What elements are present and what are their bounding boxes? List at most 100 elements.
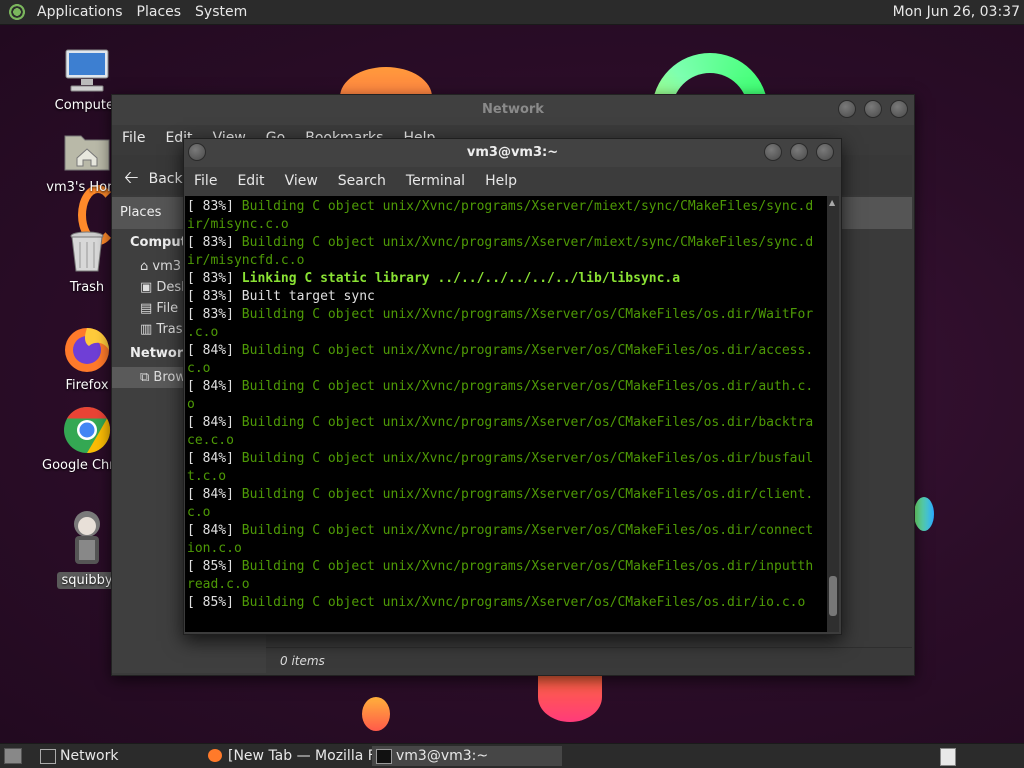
trash-icon: ▥ bbox=[140, 322, 157, 337]
mate-logo-icon[interactable] bbox=[8, 3, 26, 21]
task-label: [New Tab — Mozilla Firefox] bbox=[228, 748, 390, 764]
terminal-line: ce.c.o bbox=[187, 432, 827, 450]
firefox-icon bbox=[63, 326, 111, 374]
line-text: Building C object unix/Xvnc/programs/Xse… bbox=[241, 415, 814, 430]
menu-search[interactable]: Search bbox=[328, 173, 396, 189]
scroll-up-icon[interactable]: ▲ bbox=[829, 198, 835, 207]
home-icon: ⌂ bbox=[140, 259, 153, 274]
task-label: vm3@vm3:~ bbox=[396, 748, 489, 764]
terminal-lines: [ 83%] Building C object unix/Xvnc/progr… bbox=[185, 196, 827, 612]
trash-icon bbox=[63, 228, 111, 276]
terminal-line: [ 84%] Building C object unix/Xvnc/progr… bbox=[187, 522, 827, 540]
status-text: 0 items bbox=[280, 654, 325, 668]
line-text: Building C object unix/Xvnc/programs/Xse… bbox=[241, 487, 814, 502]
workspace-switcher[interactable] bbox=[940, 748, 956, 766]
terminal-line: .c.o bbox=[187, 324, 827, 342]
orange-blob-bottom bbox=[538, 672, 602, 722]
clock[interactable]: Mon Jun 26, 03:37 bbox=[893, 4, 1020, 20]
terminal-line: [ 83%] Building C object unix/Xvnc/progr… bbox=[187, 198, 827, 216]
maximize-button[interactable] bbox=[790, 143, 808, 161]
progress-prefix: [ 85%] bbox=[187, 595, 242, 610]
line-text: ir/misyncfd.c.o bbox=[187, 253, 305, 268]
line-text: Building C object unix/Xvnc/programs/Xse… bbox=[241, 307, 814, 322]
scrollbar-thumb[interactable] bbox=[829, 576, 837, 616]
terminal-line: ir/misyncfd.c.o bbox=[187, 252, 827, 270]
network-icon: ⧉ bbox=[140, 370, 154, 385]
progress-prefix: [ 83%] bbox=[187, 271, 242, 286]
minimize-button[interactable] bbox=[838, 100, 856, 118]
window-title[interactable]: Network bbox=[112, 95, 914, 125]
line-text: Building C object unix/Xvnc/programs/Xse… bbox=[241, 595, 806, 610]
terminal-line: c.o bbox=[187, 360, 827, 378]
task-terminal[interactable]: vm3@vm3:~ bbox=[372, 746, 562, 766]
line-text: c.o bbox=[187, 505, 211, 520]
menu-view[interactable]: View bbox=[275, 173, 328, 189]
progress-prefix: [ 83%] bbox=[187, 199, 242, 214]
line-text: Building C object unix/Xvnc/programs/Xse… bbox=[241, 199, 814, 214]
menu-places[interactable]: Places bbox=[130, 4, 189, 20]
menu-system[interactable]: System bbox=[188, 4, 254, 20]
line-text: ion.c.o bbox=[187, 541, 242, 556]
progress-prefix: [ 84%] bbox=[187, 379, 242, 394]
terminal-line: c.o bbox=[187, 504, 827, 522]
task-firefox[interactable]: [New Tab — Mozilla Firefox] bbox=[204, 746, 390, 766]
progress-prefix: [ 85%] bbox=[187, 559, 242, 574]
terminal-line: t.c.o bbox=[187, 468, 827, 486]
computer-icon bbox=[63, 46, 111, 94]
line-text: Built target sync bbox=[241, 289, 375, 304]
terminal-line: [ 83%] Building C object unix/Xvnc/progr… bbox=[187, 306, 827, 324]
terminal-line: [ 84%] Building C object unix/Xvnc/progr… bbox=[187, 450, 827, 468]
orange-dot-bottom bbox=[362, 697, 390, 731]
firefox-icon bbox=[208, 749, 222, 762]
line-text: c.o bbox=[187, 361, 211, 376]
line-text: ir/misync.c.o bbox=[187, 217, 289, 232]
progress-prefix: [ 83%] bbox=[187, 289, 242, 304]
sidebar-heading[interactable]: Places bbox=[120, 205, 161, 220]
menu-help[interactable]: Help bbox=[475, 173, 527, 189]
scrollbar[interactable]: ▲ bbox=[827, 196, 839, 632]
line-text: Building C object unix/Xvnc/programs/Xse… bbox=[241, 451, 814, 466]
terminal-line: ion.c.o bbox=[187, 540, 827, 558]
anime-avatar-icon bbox=[63, 508, 111, 568]
statusbar: 0 items bbox=[266, 647, 912, 674]
menubar: File Edit View Search Terminal Help bbox=[184, 167, 841, 195]
terminal-line: [ 83%] Linking C static library ../../..… bbox=[187, 270, 827, 288]
line-text: read.c.o bbox=[187, 577, 250, 592]
close-button[interactable] bbox=[816, 143, 834, 161]
line-text: t.c.o bbox=[187, 469, 227, 484]
back-button[interactable]: 🡠 Back bbox=[124, 165, 183, 195]
progress-prefix: [ 84%] bbox=[187, 523, 242, 538]
menu-terminal[interactable]: Terminal bbox=[396, 173, 475, 189]
progress-prefix: [ 84%] bbox=[187, 415, 242, 430]
bottom-panel: Network [New Tab — Mozilla Firefox] vm3@… bbox=[0, 743, 1024, 768]
line-text: Linking C static library ../../../../../… bbox=[241, 271, 681, 286]
terminal-line: [ 85%] Building C object unix/Xvnc/progr… bbox=[187, 558, 827, 576]
line-text: .c.o bbox=[187, 325, 219, 340]
maximize-button[interactable] bbox=[864, 100, 882, 118]
cyan-blob bbox=[914, 497, 934, 531]
terminal-line: [ 85%] Building C object unix/Xvnc/progr… bbox=[187, 594, 827, 612]
terminal-line: [ 84%] Building C object unix/Xvnc/progr… bbox=[187, 486, 827, 504]
menu-file[interactable]: File bbox=[184, 173, 227, 189]
terminal-line: o bbox=[187, 396, 827, 414]
chrome-icon bbox=[63, 406, 111, 454]
line-text: o bbox=[187, 397, 195, 412]
terminal-line: [ 83%] Built target sync bbox=[187, 288, 827, 306]
window-title[interactable]: vm3@vm3:~ bbox=[184, 139, 841, 167]
line-text: Building C object unix/Xvnc/programs/Xse… bbox=[241, 379, 814, 394]
terminal-icon bbox=[376, 749, 392, 764]
line-text: Building C object unix/Xvnc/programs/Xse… bbox=[241, 523, 814, 538]
network-icon bbox=[40, 749, 56, 764]
terminal-output[interactable]: [ 83%] Building C object unix/Xvnc/progr… bbox=[185, 196, 827, 632]
menu-edit[interactable]: Edit bbox=[227, 173, 274, 189]
minimize-button[interactable] bbox=[764, 143, 782, 161]
terminal-line: [ 83%] Building C object unix/Xvnc/progr… bbox=[187, 234, 827, 252]
terminal-window[interactable]: vm3@vm3:~ File Edit View Search Terminal… bbox=[183, 138, 842, 635]
task-network[interactable]: Network bbox=[36, 746, 218, 766]
drive-icon: ▤ bbox=[140, 301, 157, 316]
menu-file[interactable]: File bbox=[112, 130, 155, 146]
window-menu-button[interactable] bbox=[188, 143, 206, 161]
show-desktop-icon[interactable] bbox=[4, 748, 22, 764]
close-button[interactable] bbox=[890, 100, 908, 118]
menu-applications[interactable]: Applications bbox=[30, 4, 130, 20]
